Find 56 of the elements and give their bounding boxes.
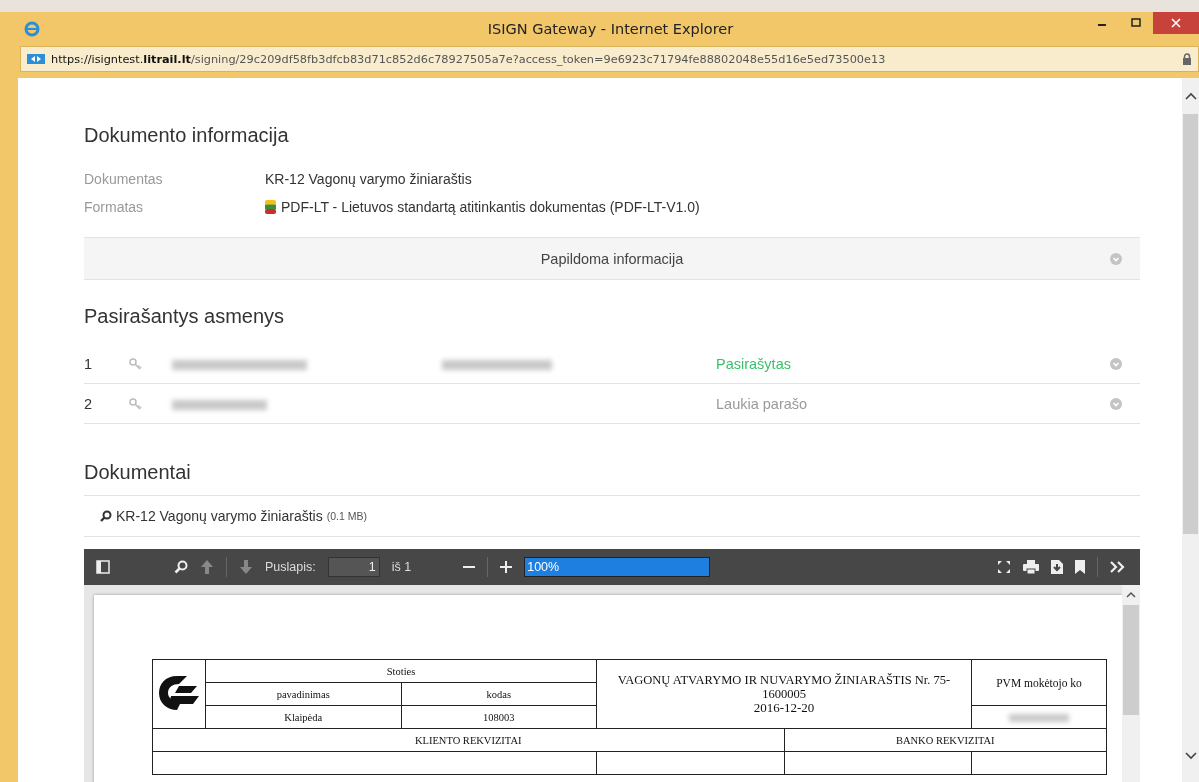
zoom-in-icon[interactable] <box>500 561 513 573</box>
flag-icon <box>265 200 276 214</box>
section-heading: Dokumento informacija <box>84 123 290 147</box>
file-size: (0.1 MB) <box>326 510 367 522</box>
fullscreen-icon[interactable] <box>997 560 1011 574</box>
table-cell: pavadinimas <box>205 682 401 706</box>
table-cell: BANKO REKVIZITAI <box>784 728 1107 752</box>
section-heading: Dokumentai <box>84 460 192 484</box>
page-number-field[interactable]: 1 <box>327 557 380 577</box>
site-icon <box>27 54 45 64</box>
table-cell: Stoties <box>205 659 597 683</box>
page-total: iš 1 <box>391 560 412 574</box>
scroll-down-icon[interactable] <box>1184 752 1197 760</box>
table-cell: KLIENTO REKVIZITAI <box>152 728 784 752</box>
signer-row[interactable]: 1 Pasirašytas <box>84 344 1140 384</box>
sidebar-toggle-icon[interactable] <box>96 560 110 574</box>
signer-status: Laukia parašo <box>716 395 809 412</box>
document-link[interactable]: KR-12 Vagonų varymo žiniaraštis <box>116 508 323 524</box>
arrow-up-icon[interactable] <box>200 559 214 575</box>
field-value: PDF-LT - Lietuvos standartą atitinkantis dokumentas (PDF-LT-V1.0) <box>281 199 700 215</box>
signer-number: 2 <box>84 395 94 412</box>
bookmark-icon[interactable] <box>1075 560 1085 574</box>
page-label: Puslapis: <box>265 560 316 574</box>
company-logo-icon <box>157 674 201 712</box>
scrollbar[interactable] <box>1182 78 1199 782</box>
print-icon[interactable] <box>1023 560 1039 574</box>
maximize-icon <box>1131 18 1141 28</box>
download-icon[interactable] <box>1051 560 1063 574</box>
table-cell: Klaipėda <box>205 705 401 729</box>
signer-status: Pasirašytas <box>716 355 792 372</box>
window-title: ISIGN Gateway - Internet Explorer <box>486 21 735 37</box>
close-button[interactable] <box>1153 12 1199 34</box>
expand-panel[interactable]: Papildoma informacija <box>84 237 1140 280</box>
browser-logo-icon <box>24 21 40 37</box>
key-icon <box>129 357 142 370</box>
section-heading: Pasirašantys asmenys <box>84 304 286 328</box>
arrow-down-icon[interactable] <box>239 559 253 575</box>
close-icon <box>1171 18 1181 28</box>
search-icon[interactable] <box>174 560 188 574</box>
redacted-text <box>1009 714 1069 723</box>
zoom-select[interactable]: 100% <box>524 557 711 577</box>
table-cell: PVM mokėtojo ko <box>971 659 1107 706</box>
field-label: Dokumentas <box>84 171 164 187</box>
scroll-up-icon[interactable] <box>1126 591 1136 599</box>
chevron-icon <box>1110 252 1122 265</box>
signer-number: 1 <box>84 355 94 372</box>
scroll-up-icon[interactable] <box>1184 92 1197 100</box>
document-title: VAGONŲ ATVARYMO IR NUVARYMO ŽINIARAŠTIS Nr. 75- 1600005 2016-12-20 <box>596 659 972 729</box>
field-label: Formatas <box>84 199 145 215</box>
search-icon <box>100 510 112 522</box>
signer-row[interactable]: 2 Laukia parašo <box>84 384 1140 424</box>
lock-icon <box>1182 53 1192 65</box>
field-value: KR-12 Vagonų varymo žiniaraštis <box>265 171 472 187</box>
more-tools-icon[interactable] <box>1110 561 1126 573</box>
key-icon <box>129 397 142 410</box>
scrollbar[interactable] <box>1122 585 1140 782</box>
